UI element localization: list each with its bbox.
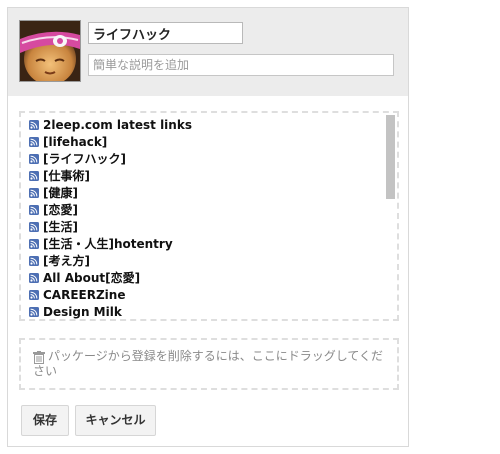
feed-item-label: Design Milk: [43, 304, 122, 319]
feed-item[interactable]: CAREERZine: [29, 286, 397, 303]
drop-zone-text: パッケージから登録を削除するには、ここにドラッグしてください: [33, 349, 384, 378]
rss-feed-icon: [29, 119, 39, 130]
rss-feed-icon: [29, 272, 39, 283]
feed-item-label: [ライフハック]: [43, 152, 126, 166]
feed-item-label: All About[恋愛]: [43, 271, 141, 285]
feed-item-label: [生活・人生]hotentry: [43, 237, 173, 251]
feed-item-label: [健康]: [43, 186, 78, 200]
package-title-input[interactable]: [88, 22, 243, 44]
feed-item-label: [考え方]: [43, 254, 90, 268]
rss-feed-icon: [29, 136, 39, 147]
feed-item-label: CAREERZine: [43, 287, 126, 302]
rss-feed-icon: [29, 306, 39, 317]
rss-feed-icon: [29, 289, 39, 300]
feed-item-label: [lifehack]: [43, 134, 108, 149]
feed-item[interactable]: [生活・人生]hotentry: [29, 235, 397, 252]
feed-item[interactable]: [考え方]: [29, 252, 397, 269]
avatar-image: [20, 21, 80, 81]
trash-icon: [33, 351, 45, 364]
feed-item[interactable]: [仕事術]: [29, 167, 397, 184]
feed-item[interactable]: Design Milk: [29, 303, 397, 319]
rss-feed-icon: [29, 187, 39, 198]
feed-item[interactable]: 2leep.com latest links: [29, 116, 397, 133]
cancel-button[interactable]: キャンセル: [75, 405, 156, 436]
feed-list[interactable]: 2leep.com latest links [lifehack] [ライフハック]…: [19, 111, 399, 321]
feed-item[interactable]: All About[恋愛]: [29, 269, 397, 286]
rss-feed-icon: [29, 204, 39, 215]
save-button[interactable]: 保存: [21, 405, 69, 436]
remove-drop-zone[interactable]: パッケージから登録を削除するには、ここにドラッグしてください: [19, 338, 399, 390]
feed-item[interactable]: [生活]: [29, 218, 397, 235]
rss-feed-icon: [29, 255, 39, 266]
avatar[interactable]: [19, 20, 81, 82]
feed-list-scrollbar[interactable]: [386, 115, 395, 199]
package-header: [8, 8, 408, 96]
feed-item-label: 2leep.com latest links: [43, 117, 192, 132]
rss-feed-icon: [29, 170, 39, 181]
feed-item-label: [恋愛]: [43, 203, 78, 217]
rss-feed-icon: [29, 221, 39, 232]
feed-items: 2leep.com latest links [lifehack] [ライフハック]…: [21, 113, 397, 319]
feed-item-label: [生活]: [43, 220, 78, 234]
feed-item[interactable]: [健康]: [29, 184, 397, 201]
feed-item[interactable]: [lifehack]: [29, 133, 397, 150]
feed-item-label: [仕事術]: [43, 169, 90, 183]
feed-item[interactable]: [恋愛]: [29, 201, 397, 218]
package-description-input[interactable]: [88, 54, 394, 76]
feed-item[interactable]: [ライフハック]: [29, 150, 397, 167]
rss-feed-icon: [29, 238, 39, 249]
rss-feed-icon: [29, 153, 39, 164]
package-editor-panel: 2leep.com latest links [lifehack] [ライフハック]…: [7, 7, 409, 447]
